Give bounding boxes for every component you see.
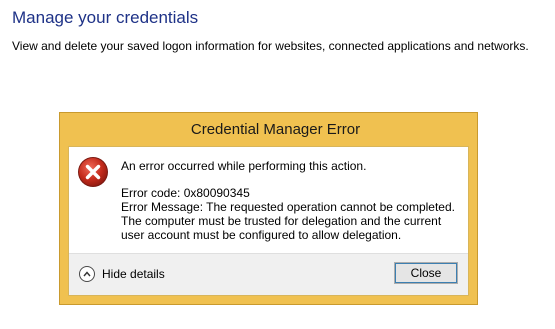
main-instruction: An error occurred while performing this … — [121, 159, 367, 173]
page-title: Manage your credentials — [12, 8, 199, 27]
hide-details-label: Hide details — [102, 267, 165, 281]
chevron-up-icon — [79, 266, 95, 282]
error-code-text: Error code: 0x80090345 — [121, 186, 250, 200]
dialog-footer: Hide details Close — [69, 253, 468, 295]
dialog-title: Credential Manager Error — [190, 120, 361, 138]
error-message-text: The computer must be trusted for delegat… — [121, 214, 442, 228]
error-message-text: Error Message: The requested operation c… — [121, 200, 455, 214]
close-button[interactable]: Close — [394, 262, 458, 284]
page-subtitle: View and delete your saved logon informa… — [12, 39, 529, 53]
credential-manager-page: Manage your credentials View and delete … — [0, 0, 555, 329]
hide-details-toggle[interactable]: Hide details — [79, 266, 165, 282]
dialog-content: An error occurred while performing this … — [69, 147, 468, 251]
error-icon — [77, 156, 109, 188]
error-dialog: Credential Manager Error An error occurr… — [59, 112, 478, 305]
dialog-client-area: An error occurred while performing this … — [68, 146, 469, 296]
error-message-text: user account must be configured to allow… — [121, 228, 402, 242]
dialog-titlebar[interactable]: Credential Manager Error — [60, 113, 477, 145]
